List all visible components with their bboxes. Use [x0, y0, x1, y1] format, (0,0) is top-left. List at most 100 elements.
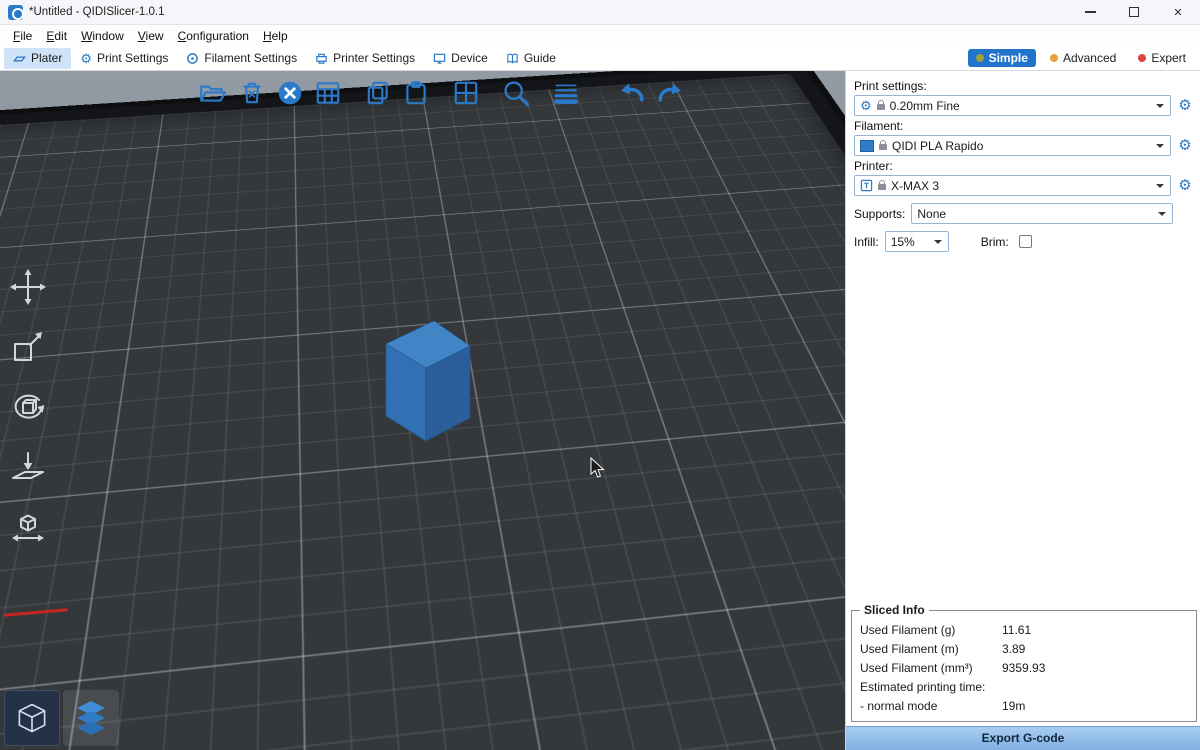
si-label-filament-m: Used Filament (m) [860, 640, 1002, 659]
gear-icon: ⚙ [860, 99, 872, 112]
variable-layer-height-button[interactable] [550, 77, 582, 109]
mode-expert-label: Expert [1151, 51, 1186, 65]
tab-print-settings-label: Print Settings [97, 51, 168, 65]
mouse-cursor [590, 457, 608, 479]
tab-plater[interactable]: Plater [4, 48, 71, 69]
arrange-button[interactable] [312, 77, 344, 109]
tab-guide[interactable]: Guide [497, 48, 565, 69]
sliced-info-row: Estimated printing time: [860, 678, 1188, 697]
close-button[interactable]: ✕ [1156, 0, 1200, 24]
infill-value: 15% [891, 235, 915, 249]
print-settings-gear-button[interactable]: ⚙ [1176, 98, 1194, 113]
mode-expert-button[interactable]: Expert [1130, 49, 1194, 67]
place-on-face-icon [8, 447, 48, 487]
menu-item-help[interactable]: Help [256, 27, 295, 45]
layers-icon [552, 79, 580, 107]
print-settings-combo[interactable]: ⚙ 0.20mm Fine [854, 95, 1171, 116]
menu-item-edit[interactable]: Edit [39, 27, 74, 45]
main-area: Print settings: ⚙ 0.20mm Fine ⚙ Filament… [0, 71, 1200, 750]
printer-combo[interactable]: X-MAX 3 [854, 175, 1171, 196]
place-on-face-tool-button[interactable] [4, 443, 52, 491]
tabbar: Plater ⚙ Print Settings Filament Setting… [0, 46, 1200, 71]
brim-checkbox[interactable] [1019, 235, 1032, 248]
view-mode-switcher [4, 690, 119, 746]
printer-label: Printer: [854, 159, 1194, 173]
sliced-info-row: Used Filament (m) 3.89 [860, 640, 1188, 659]
cube-wireframe-icon [14, 700, 50, 736]
editor-view-button[interactable] [4, 690, 60, 746]
si-value-filament-mm3: 9359.93 [1002, 659, 1188, 678]
menu-item-view[interactable]: View [131, 27, 171, 45]
scale-tool-button[interactable] [4, 323, 52, 371]
redo-button[interactable] [654, 77, 686, 109]
mode-switcher: Simple Advanced Expert [968, 49, 1194, 67]
redo-icon [655, 78, 685, 108]
tab-filament-settings[interactable]: Filament Settings [177, 48, 306, 69]
menu-item-window[interactable]: Window [74, 27, 131, 45]
tab-print-settings[interactable]: ⚙ Print Settings [71, 48, 177, 69]
split-objects-button[interactable] [450, 77, 482, 109]
search-button[interactable] [500, 77, 532, 109]
mode-simple-label: Simple [989, 51, 1028, 65]
measure-tool-button[interactable] [4, 503, 52, 551]
measure-icon [8, 507, 48, 547]
filament-combo[interactable]: QIDI PLA Rapido [854, 135, 1171, 156]
move-tool-button[interactable] [4, 263, 52, 311]
expert-dot-icon [1138, 54, 1146, 62]
tab-device[interactable]: Device [424, 48, 497, 69]
arrange-icon [314, 79, 342, 107]
printer-value: X-MAX 3 [891, 179, 939, 193]
export-gcode-button[interactable]: Export G-code [846, 726, 1200, 750]
tab-device-label: Device [451, 51, 488, 65]
undo-button[interactable] [616, 77, 648, 109]
paste-button[interactable] [400, 77, 432, 109]
move-icon [8, 267, 48, 307]
mode-advanced-button[interactable]: Advanced [1042, 49, 1124, 67]
preview-view-button[interactable] [63, 690, 119, 746]
maximize-button[interactable] [1112, 0, 1156, 24]
delete-all-button[interactable] [274, 77, 306, 109]
tab-plater-label: Plater [31, 51, 62, 65]
menubar: File Edit Window View Configuration Help [0, 25, 1200, 46]
mode-simple-button[interactable]: Simple [968, 49, 1036, 67]
lock-icon [878, 184, 886, 190]
lock-icon [877, 104, 885, 110]
gizmo-toolbar [4, 263, 52, 551]
tab-printer-settings-label: Printer Settings [333, 51, 415, 65]
qidislicer-window: *Untitled - QIDISlicer-1.0.1 ✕ File Edit… [0, 0, 1200, 750]
device-icon [433, 52, 446, 65]
model-cube[interactable] [372, 311, 476, 447]
filament-label: Filament: [854, 119, 1194, 133]
filament-gear-button[interactable]: ⚙ [1176, 138, 1194, 153]
rotate-tool-button[interactable] [4, 383, 52, 431]
tab-printer-settings[interactable]: Printer Settings [306, 48, 424, 69]
filament-icon [186, 52, 199, 65]
filament-color-swatch [860, 140, 874, 152]
printer-icon [860, 179, 873, 192]
trash-icon [238, 79, 266, 107]
plater-icon [13, 52, 26, 65]
delete-button[interactable] [236, 77, 268, 109]
open-project-button[interactable] [196, 77, 228, 109]
brim-label: Brim: [981, 235, 1009, 249]
printer-gear-button[interactable]: ⚙ [1176, 178, 1194, 193]
window-title: *Untitled - QIDISlicer-1.0.1 [29, 6, 165, 18]
scale-icon [8, 327, 48, 367]
print-settings-label: Print settings: [854, 79, 1194, 93]
gear-icon: ⚙ [80, 52, 92, 65]
3d-viewport[interactable] [0, 71, 845, 750]
copy-button[interactable] [362, 77, 394, 109]
sidebar-settings: Print settings: ⚙ 0.20mm Fine ⚙ Filament… [846, 71, 1200, 252]
tab-guide-label: Guide [524, 51, 556, 65]
guide-icon [506, 52, 519, 65]
delete-all-icon [276, 79, 304, 107]
si-value-filament-m: 3.89 [1002, 640, 1188, 659]
infill-combo[interactable]: 15% [885, 231, 949, 252]
minimize-button[interactable] [1068, 0, 1112, 24]
menu-item-configuration[interactable]: Configuration [171, 27, 256, 45]
menu-item-file[interactable]: File [6, 27, 39, 45]
paste-icon [402, 79, 430, 107]
sliced-info-row: Used Filament (mm³) 9359.93 [860, 659, 1188, 678]
si-value-normal-mode: 19m [1002, 697, 1188, 716]
supports-combo[interactable]: None [911, 203, 1173, 224]
